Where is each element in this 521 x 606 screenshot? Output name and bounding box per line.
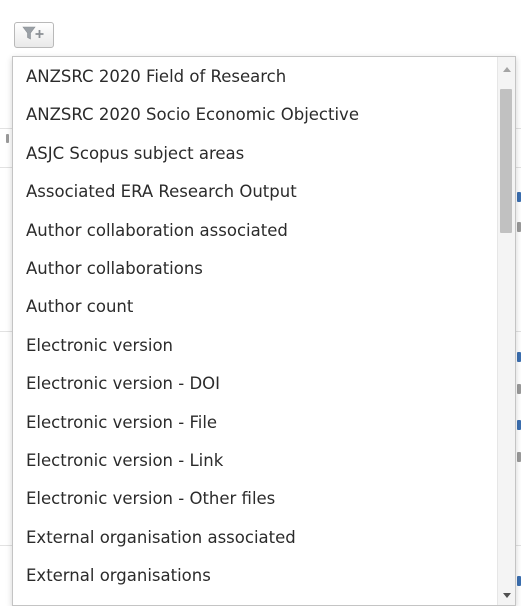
background-link-fragment [517, 576, 521, 586]
background-link-fragment [517, 420, 521, 430]
dropdown-option[interactable]: ANZSRC 2020 Socio Economic Objective [13, 96, 497, 134]
dropdown-scrollbar[interactable] [497, 57, 515, 605]
filter-options-list[interactable]: ANZSRC 2020 Field of Research ANZSRC 2020… [13, 57, 497, 605]
dropdown-option[interactable]: Electronic version [13, 327, 497, 365]
scroll-up-button[interactable] [498, 61, 515, 77]
background-link-fragment [517, 192, 521, 202]
dropdown-option[interactable]: Author collaboration associated [13, 212, 497, 250]
background-text-fragment [517, 452, 521, 462]
chevron-up-icon [502, 66, 511, 72]
background-text-fragment [517, 384, 521, 394]
dropdown-option[interactable]: External organisations [13, 557, 497, 595]
scroll-down-button[interactable] [498, 587, 515, 603]
scroll-thumb[interactable] [500, 89, 512, 233]
filter-plus-icon [22, 25, 46, 45]
background-text-fragment [6, 134, 9, 143]
dropdown-option[interactable]: ANZSRC 2020 Field of Research [13, 58, 497, 96]
background-link-fragment [517, 352, 521, 362]
chevron-down-icon [502, 592, 511, 598]
dropdown-option[interactable]: Author collaborations [13, 250, 497, 288]
page: ANZSRC 2020 Field of Research ANZSRC 2020… [0, 0, 521, 606]
dropdown-option[interactable]: Electronic version - File [13, 404, 497, 442]
dropdown-option[interactable]: Author count [13, 288, 497, 326]
dropdown-option[interactable]: Electronic version - DOI [13, 365, 497, 403]
background-text-fragment [517, 222, 521, 232]
dropdown-option[interactable]: Associated ERA Research Output [13, 173, 497, 211]
dropdown-option[interactable]: Electronic version - Link [13, 442, 497, 480]
dropdown-option[interactable]: External organisation associated [13, 519, 497, 557]
dropdown-option[interactable]: Electronic version - Other files [13, 480, 497, 518]
add-filter-button[interactable] [14, 22, 54, 48]
filter-dropdown: ANZSRC 2020 Field of Research ANZSRC 2020… [12, 56, 516, 606]
dropdown-option[interactable]: ASJC Scopus subject areas [13, 135, 497, 173]
